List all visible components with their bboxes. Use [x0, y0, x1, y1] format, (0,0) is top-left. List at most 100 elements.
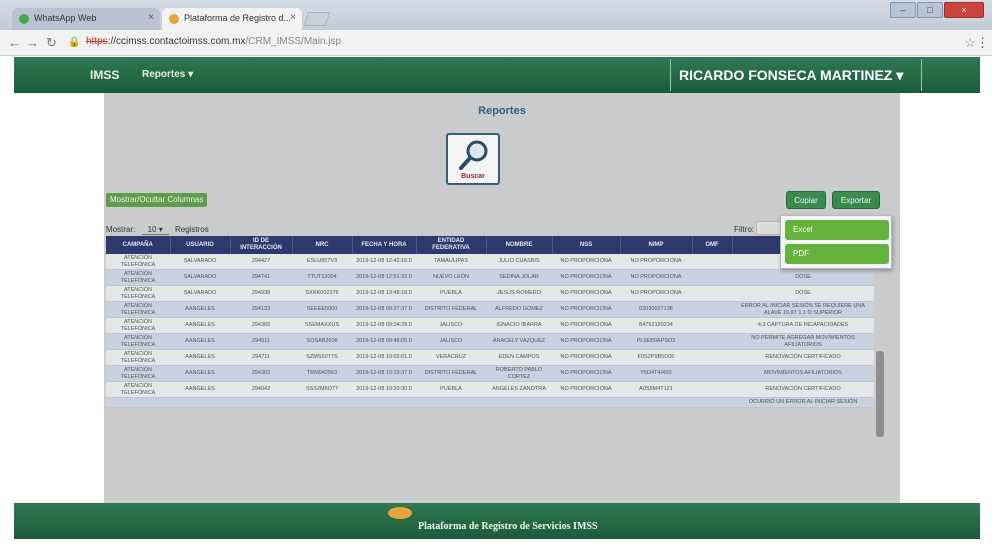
minimize-icon[interactable]: – [890, 2, 916, 18]
export-button[interactable]: Exportar [832, 191, 880, 209]
table-row[interactable]: ATENCIÓN TELEFÓNICA SALVARADO 294741 TTUT12… [106, 269, 874, 286]
table-cell [230, 397, 292, 408]
user-name: RICARDO FONSECA MARTINEZ ▾ [679, 67, 904, 83]
close-tab-icon[interactable]: × [290, 12, 296, 23]
columns-toggle-button[interactable]: Mostrar/Ocultar Columnas [106, 193, 208, 207]
table-cell: OCURRIÓ UN ERROR AL INICIAR SESIÓN [732, 397, 874, 408]
table-cell: NO PROPORCIONA [552, 301, 620, 318]
table-cell: JALISCO [416, 317, 486, 334]
table-cell: 2019-12-08 10:19:37.0 [352, 365, 416, 382]
back-arrow-icon[interactable]: ← [8, 35, 21, 50]
table-cell: SOSAB2606 [292, 333, 352, 350]
address-bar: ← → ↻ 🔒 https://ccimss.contactoimss.com.… [0, 30, 992, 56]
table-cell: 2019-12-08 09:48:05.0 [352, 333, 416, 350]
table-cell: 2019-12-08 09:27:37.0 [352, 301, 416, 318]
table-cell: SALVARADO [170, 269, 230, 286]
reload-icon[interactable]: ↻ [46, 35, 57, 51]
table-cell [106, 397, 170, 408]
table-cell: JULIO CUASBIS [486, 254, 552, 270]
table-cell: ALFREDO GOMEZ [486, 301, 552, 318]
page-icon [169, 14, 179, 24]
table-cell: ARACELY VAZQUEZ [486, 333, 552, 350]
table-cell: VERACRUZ [416, 349, 486, 366]
new-tab-button[interactable] [303, 12, 331, 26]
user-menu[interactable]: RICARDO FONSECA MARTINEZ ▾ [670, 59, 922, 91]
table-row[interactable]: OCURRIÓ UN ERROR AL INICIAR SESIÓN [106, 397, 874, 408]
table-cell: 2019-12-08 12:51:22.0 [352, 269, 416, 286]
bookmark-star-icon[interactable]: ☆ [964, 35, 976, 51]
table-cell [692, 349, 732, 366]
column-header[interactable]: NOMBRE [486, 236, 553, 254]
close-window-icon[interactable]: × [944, 2, 984, 18]
table-cell: NO PROPORCIONA [552, 317, 620, 334]
maximize-icon[interactable]: □ [917, 2, 943, 18]
table-cell: RENOVACIÓN CERTIFICADO [732, 381, 874, 398]
table-cell: ATENCIÓN TELEFÓNICA [106, 301, 170, 318]
column-header[interactable]: NIMP [620, 236, 693, 254]
table-cell: SALVARADO [170, 254, 230, 270]
browser-menu-icon[interactable]: ⋮ [976, 35, 989, 51]
column-header[interactable]: CAMPAÑA [106, 236, 171, 254]
column-header[interactable]: USUARIO [170, 236, 231, 254]
table-cell: ATENCIÓN TELEFÓNICA [106, 365, 170, 382]
browser-tab-whatsapp[interactable]: WhatsApp Web × [12, 8, 160, 30]
table-cell: DISTRITO FEDERAL [416, 301, 486, 318]
url-host: ://ccimss.contactoimss.com.mx [107, 36, 246, 47]
column-header[interactable]: ENTIDAD FEDERATIVA [416, 236, 487, 254]
search-button[interactable]: Buscar [446, 133, 500, 185]
results-table-wrapper: CAMPAÑA USUARIO ID DE INTERACCIÓN NRC FECHA … [106, 236, 874, 498]
app-navbar: IMSS Reportes ▾ RICARDO FONSECA MARTINEZ… [14, 57, 980, 93]
url-scheme: https [86, 36, 108, 47]
table-cell: NO PROPORCIONA [552, 381, 620, 398]
table-cell: AANGELES [170, 349, 230, 366]
table-row[interactable]: ATENCIÓN TELEFÓNICA AANGELES 294302 TRM9425… [106, 365, 874, 382]
table-cell: TRM942563 [292, 365, 352, 382]
table-cell: 294938 [230, 285, 292, 302]
table-row[interactable]: ATENCIÓN TELEFÓNICA AANGELES 294365 SSEMAXX… [106, 317, 874, 334]
column-header[interactable]: FECHA Y HORA [352, 236, 417, 254]
table-row[interactable]: ATENCIÓN TELEFÓNICA SALVARADO 294427 ESLU85… [106, 254, 874, 270]
column-header[interactable]: OMF [692, 236, 733, 254]
table-cell: ATENCIÓN TELEFÓNICA [106, 381, 170, 398]
url-input[interactable]: https://ccimss.contactoimss.com.mx/CRM_I… [86, 36, 341, 47]
brand-link[interactable]: IMSS [90, 68, 119, 82]
table-cell: NO PROPORCIONA [552, 254, 620, 270]
table-cell [692, 381, 732, 398]
column-header[interactable]: NRC [292, 236, 353, 254]
column-header[interactable]: NSS [552, 236, 621, 254]
table-cell: NO PROPORCIONA [552, 349, 620, 366]
table-row[interactable]: ATENCIÓN TELEFÓNICA AANGELES 294042 SSS2M6O… [106, 381, 874, 398]
reportes-menu[interactable]: Reportes ▾ [142, 69, 193, 80]
table-cell [692, 397, 732, 408]
table-cell: DOSE [732, 269, 874, 286]
table-cell: 294133 [230, 301, 292, 318]
copy-button[interactable]: Copiar [786, 191, 826, 209]
table-scrollbar[interactable] [876, 351, 884, 437]
table-cell: NO PERMITE AGREGAR MOVIMIENTOS AFILIATOR… [732, 333, 874, 350]
forward-arrow-icon[interactable]: → [26, 35, 39, 50]
export-excel-option[interactable]: Excel [785, 220, 889, 240]
export-pdf-option[interactable]: PDF [785, 244, 889, 264]
table-cell: 294741 [230, 269, 292, 286]
table-cell [170, 397, 230, 408]
browser-tab-plataforma[interactable]: Plataforma de Registro d... × [162, 8, 302, 30]
page-size-select[interactable]: 10 ▾ [141, 225, 169, 235]
table-cell: 294042 [230, 381, 292, 398]
table-cell: 4.3 CAPTURA DE INCAPACIDADES [732, 317, 874, 334]
column-header[interactable]: ID DE INTERACCIÓN [230, 236, 293, 254]
table-cell: F0S2P9B5D05 [620, 349, 692, 366]
table-cell: NO PROPORCIONA [620, 254, 692, 270]
table-cell: JALISCO [416, 333, 486, 350]
show-label: Mostrar: [106, 225, 136, 234]
table-row[interactable]: ATENCIÓN TELEFÓNICA AANGELES 294711 SZMS50T… [106, 349, 874, 366]
table-row[interactable]: ATENCIÓN TELEFÓNICA AANGELES 294511 SOSAB26… [106, 333, 874, 350]
table-cell: ATENCIÓN TELEFÓNICA [106, 254, 170, 270]
table-cell: SSEMAXXUS [292, 317, 352, 334]
close-tab-icon[interactable]: × [148, 12, 154, 23]
table-cell: NO PROPORCIONA [552, 333, 620, 350]
table-row[interactable]: ATENCIÓN TELEFÓNICA AANGELES 294133 SEEEE50… [106, 301, 874, 318]
table-cell: SZMS50T7S [292, 349, 352, 366]
table-cell [352, 397, 416, 408]
table-cell: DISTRITO FEDERAL [416, 365, 486, 382]
table-row[interactable]: ATENCIÓN TELEFÓNICA SALVARADO 294938 SXRK00… [106, 285, 874, 302]
